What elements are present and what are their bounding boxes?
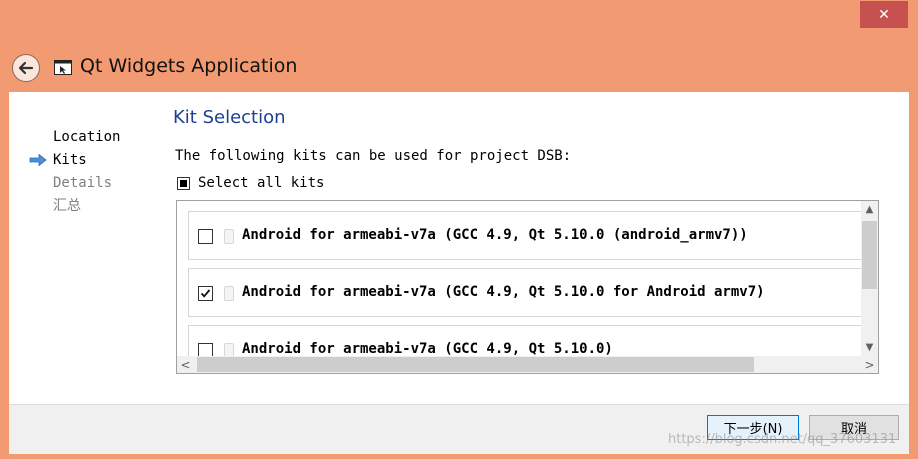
vertical-scrollbar[interactable]: ▲ ▼ [861, 201, 878, 356]
kit-label: Android for armeabi-v7a (GCC 4.9, Qt 5.1… [242, 284, 765, 300]
select-all-kits-checkbox[interactable]: Select all kits [177, 174, 324, 192]
kit-row-android-armv7-variant2[interactable]: Android for armeabi-v7a (GCC 4.9, Qt 5.1… [188, 268, 874, 317]
page-description: The following kits can be used for proje… [175, 148, 572, 164]
step-summary: 汇总 [53, 198, 81, 214]
scroll-down-icon[interactable]: ▼ [861, 339, 878, 356]
kit-checkbox-checked[interactable] [198, 286, 213, 301]
window-frame: ✕ Qt Widgets Application Location Kits D… [0, 0, 918, 459]
kit-label: Android for armeabi-v7a (GCC 4.9, Qt 5.1… [242, 341, 613, 357]
window-title: Qt Widgets Application [80, 55, 298, 77]
kit-label: Android for armeabi-v7a (GCC 4.9, Qt 5.1… [242, 227, 748, 243]
close-button[interactable]: ✕ [860, 1, 908, 28]
wizard-content: Location Kits Details 汇总 Kit Selection T… [9, 92, 909, 404]
step-location: Location [53, 129, 121, 145]
vertical-scroll-thumb[interactable] [862, 221, 877, 289]
qt-window-icon [54, 60, 72, 75]
kit-row-android-armv7-variant1[interactable]: Android for armeabi-v7a (GCC 4.9, Qt 5.1… [188, 211, 874, 260]
step-kits-label: Kits [53, 152, 87, 168]
checkmark-icon [200, 289, 211, 298]
close-icon: ✕ [878, 6, 890, 23]
step-kits: Kits [29, 149, 120, 172]
horizontal-scrollbar[interactable]: < > [177, 356, 878, 373]
kit-list: Android for armeabi-v7a (GCC 4.9, Qt 5.1… [176, 200, 879, 374]
scroll-right-icon[interactable]: > [861, 356, 878, 373]
back-arrow-icon [18, 61, 34, 75]
device-icon [224, 229, 234, 244]
horizontal-scroll-thumb[interactable] [197, 357, 754, 372]
scroll-up-icon[interactable]: ▲ [861, 201, 878, 218]
scroll-left-icon[interactable]: < [177, 356, 194, 373]
step-details: Details [53, 175, 113, 191]
page-title: Kit Selection [173, 107, 286, 128]
watermark: https://blog.csdn.net/qq_37603131 [668, 432, 897, 447]
current-step-arrow-icon [29, 154, 47, 166]
kit-checkbox[interactable] [198, 229, 213, 244]
select-all-label: Select all kits [198, 175, 325, 191]
device-icon [224, 286, 234, 301]
wizard-steps: Location Kits Details 汇总 [29, 126, 121, 218]
select-all-checkbox-box[interactable] [177, 176, 190, 190]
back-button[interactable] [12, 54, 40, 82]
